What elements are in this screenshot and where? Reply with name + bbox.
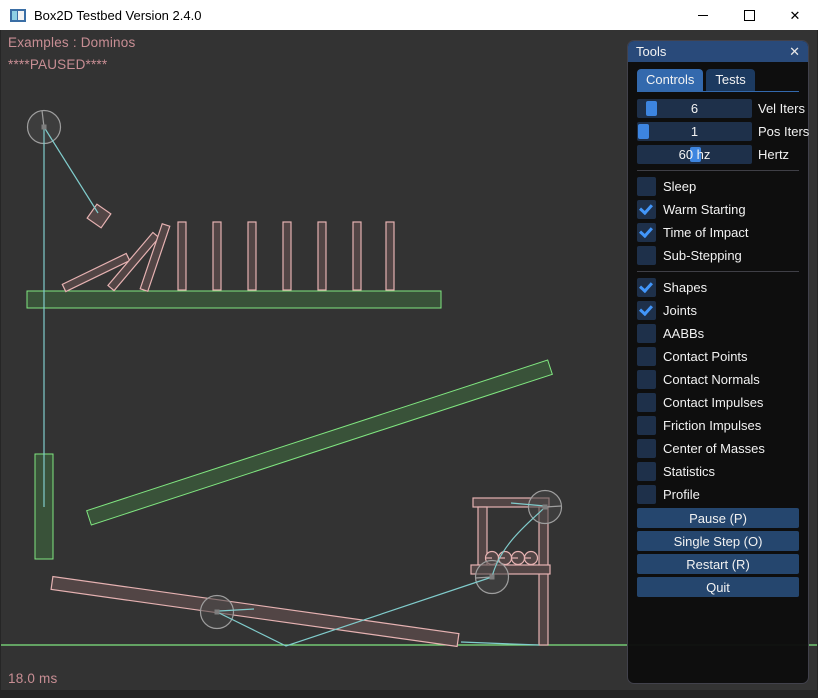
close-icon: ✕ bbox=[790, 9, 801, 22]
vel-iters-value: 6 bbox=[637, 99, 752, 118]
checkbox-row-sleep: Sleep bbox=[637, 177, 799, 196]
vel-iters-slider[interactable]: 6 bbox=[637, 99, 752, 118]
single-step-button[interactable]: Single Step (O) bbox=[637, 531, 799, 551]
vel-iters-label: Vel Iters bbox=[758, 101, 805, 116]
checkbox-center-of-masses[interactable] bbox=[637, 439, 656, 458]
tab-tests[interactable]: Tests bbox=[706, 69, 754, 91]
checkbox-label: Warm Starting bbox=[663, 202, 746, 217]
checkbox-row-shapes: Shapes bbox=[637, 278, 799, 297]
window-controls: ✕ bbox=[680, 0, 818, 30]
hertz-slider[interactable]: 60 hz bbox=[637, 145, 752, 164]
minimize-button[interactable] bbox=[680, 0, 726, 30]
checkbox-contact-points[interactable] bbox=[637, 347, 656, 366]
window-title: Box2D Testbed Version 2.4.0 bbox=[34, 8, 201, 23]
quit-button[interactable]: Quit bbox=[637, 577, 799, 597]
tools-panel-header[interactable]: Tools ✕ bbox=[628, 41, 808, 62]
upright-domino bbox=[318, 222, 326, 290]
checkbox-label: Statistics bbox=[663, 464, 715, 479]
checkbox-aabbs[interactable] bbox=[637, 324, 656, 343]
checkbox-row-warm-starting: Warm Starting bbox=[637, 200, 799, 219]
checkbox-label: Sub-Stepping bbox=[663, 248, 742, 263]
static-platform bbox=[27, 291, 441, 308]
checkbox-label: Time of Impact bbox=[663, 225, 748, 240]
checkbox-shapes[interactable] bbox=[637, 278, 656, 297]
checkbox-row-friction-impulses: Friction Impulses bbox=[637, 416, 799, 435]
frame-time-label: 18.0 ms bbox=[8, 671, 57, 686]
upright-domino bbox=[248, 222, 256, 290]
minimize-icon bbox=[698, 15, 708, 16]
checkbox-warm-starting[interactable] bbox=[637, 200, 656, 219]
seesaw-plank bbox=[51, 577, 459, 647]
checkbox-contact-normals[interactable] bbox=[637, 370, 656, 389]
checkbox-row-time-of-impact: Time of Impact bbox=[637, 223, 799, 242]
checkbox-row-contact-points: Contact Points bbox=[637, 347, 799, 366]
restart-button[interactable]: Restart (R) bbox=[637, 554, 799, 574]
checkbox-label: Joints bbox=[663, 303, 697, 318]
tab-controls[interactable]: Controls bbox=[637, 69, 703, 91]
pos-iters-value: 1 bbox=[637, 122, 752, 141]
checkbox-label: AABBs bbox=[663, 326, 704, 341]
checkbox-label: Sleep bbox=[663, 179, 696, 194]
joint-anchors bbox=[42, 125, 548, 615]
tools-panel-title: Tools bbox=[636, 44, 789, 59]
checkbox-label: Contact Impulses bbox=[663, 395, 763, 410]
hertz-value: 60 hz bbox=[637, 145, 752, 164]
hertz-label: Hertz bbox=[758, 147, 789, 162]
box2d-testbed-window: { "window": { "title": "Box2D Testbed Ve… bbox=[0, 0, 818, 698]
checkbox-label: Profile bbox=[663, 487, 700, 502]
close-button[interactable]: ✕ bbox=[772, 0, 818, 30]
maximize-button[interactable] bbox=[726, 0, 772, 30]
upright-domino bbox=[386, 222, 394, 290]
checkbox-row-contact-impulses: Contact Impulses bbox=[637, 393, 799, 412]
upright-domino bbox=[213, 222, 221, 290]
checkbox-friction-impulses[interactable] bbox=[637, 416, 656, 435]
example-label: Examples : Dominos bbox=[8, 35, 135, 50]
checkbox-row-center-of-masses: Center of Masses bbox=[637, 439, 799, 458]
pos-iters-slider[interactable]: 1 bbox=[637, 122, 752, 141]
checkbox-row-statistics: Statistics bbox=[637, 462, 799, 481]
checkbox-joints[interactable] bbox=[637, 301, 656, 320]
checkbox-time-of-impact[interactable] bbox=[637, 223, 656, 242]
slider-row-pos-iters: 1 Pos Iters bbox=[637, 122, 799, 141]
pos-iters-label: Pos Iters bbox=[758, 124, 809, 139]
pause-button[interactable]: Pause (P) bbox=[637, 508, 799, 528]
checkbox-contact-impulses[interactable] bbox=[637, 393, 656, 412]
upright-domino bbox=[178, 222, 186, 290]
checkbox-label: Contact Points bbox=[663, 349, 748, 364]
paused-label: ****PAUSED**** bbox=[8, 57, 107, 72]
slider-row-vel-iters: 6 Vel Iters bbox=[637, 99, 799, 118]
checkbox-label: Friction Impulses bbox=[663, 418, 761, 433]
checkbox-row-aabbs: AABBs bbox=[637, 324, 799, 343]
checkbox-label: Center of Masses bbox=[663, 441, 765, 456]
hanging-box bbox=[87, 204, 111, 228]
app-icon bbox=[10, 9, 26, 22]
checkbox-statistics[interactable] bbox=[637, 462, 656, 481]
checkbox-row-profile: Profile bbox=[637, 485, 799, 504]
window-titlebar: Box2D Testbed Version 2.4.0 ✕ bbox=[0, 0, 818, 30]
tools-panel: Tools ✕ Controls Tests 6 Vel Iters 1 Pos… bbox=[627, 40, 809, 684]
checkbox-profile[interactable] bbox=[637, 485, 656, 504]
checkbox-label: Contact Normals bbox=[663, 372, 760, 387]
checkbox-row-sub-stepping: Sub-Stepping bbox=[637, 246, 799, 265]
upright-domino bbox=[283, 222, 291, 290]
upright-domino bbox=[353, 222, 361, 290]
checkbox-sub-stepping[interactable] bbox=[637, 246, 656, 265]
frame-right-leg bbox=[539, 507, 548, 645]
checkbox-row-contact-normals: Contact Normals bbox=[637, 370, 799, 389]
slider-row-hertz: 60 hz Hertz bbox=[637, 145, 799, 164]
panel-close-icon[interactable]: ✕ bbox=[789, 45, 800, 58]
maximize-icon bbox=[744, 10, 755, 21]
rope-pendulum-to-box bbox=[44, 127, 98, 213]
separator bbox=[637, 170, 799, 171]
separator bbox=[637, 271, 799, 272]
dynamic-bodies[interactable] bbox=[51, 204, 550, 646]
tab-bar: Controls Tests bbox=[637, 69, 799, 92]
checkbox-label: Shapes bbox=[663, 280, 707, 295]
checkbox-row-joints: Joints bbox=[637, 301, 799, 320]
checkbox-sleep[interactable] bbox=[637, 177, 656, 196]
